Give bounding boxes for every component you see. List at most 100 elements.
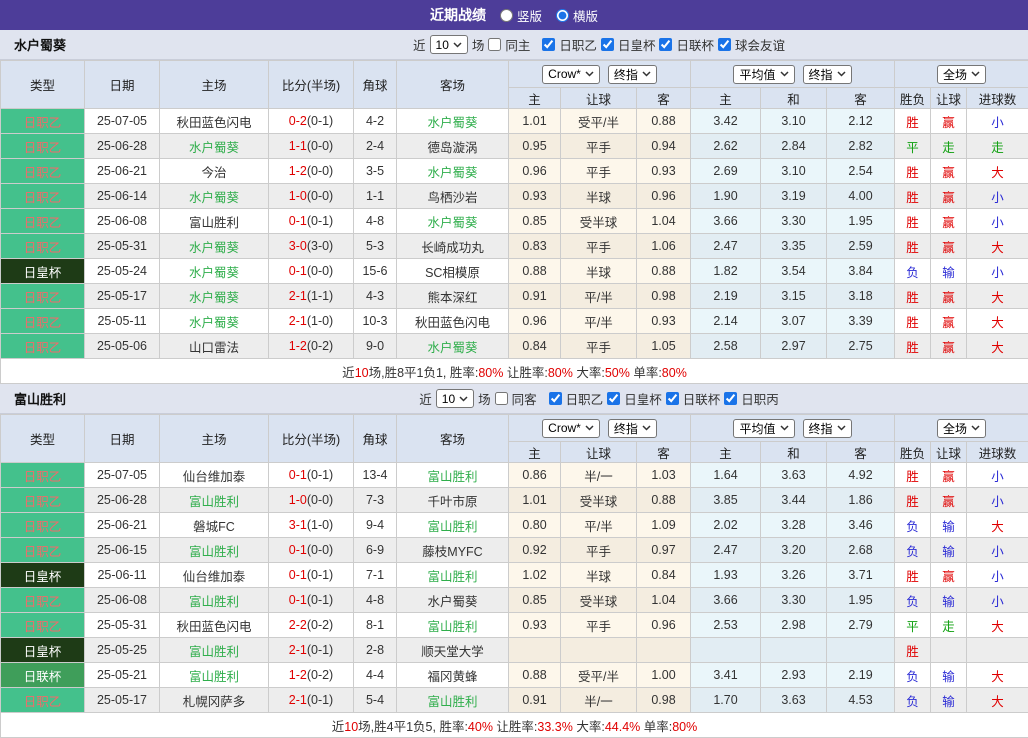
competition-type-cell: 日皇杯 [1,563,85,588]
final-odds-dropdown[interactable]: 终指 [803,419,852,438]
away-team-cell: 水户蜀葵 [397,109,509,134]
summary-text: 近10场,胜8平1负1, 胜率:80% 让胜率:80% 大率:50% 单率:80… [1,359,1028,384]
odds-cell: 1.06 [637,234,691,259]
average-odds-cell: 3.85 [691,488,761,513]
fulltime-dropdown[interactable]: 全场 [937,65,986,84]
result-cell: 负 [895,663,931,688]
result-cell: 胜 [895,184,931,209]
average-dropdown-value: 平均值 [739,66,775,83]
league-filter-checkbox[interactable] [549,392,562,405]
away-team-cell: 熊本深红 [397,284,509,309]
league-filter-checkbox[interactable] [666,392,679,405]
date-cell: 25-05-31 [85,234,160,259]
corner-cell: 15-6 [354,259,397,284]
col-header-away: 客场 [397,415,509,463]
match-count-dropdown[interactable]: 10 [430,35,468,54]
league-filter-label: 日职乙 [559,35,597,54]
average-dropdown[interactable]: 平均值 [733,419,794,438]
away-team-cell: 藤枝MYFC [397,538,509,563]
company-dropdown[interactable]: Crow* [542,65,600,84]
result-cell: 赢 [931,109,967,134]
col-header-avg-draw: 和 [761,88,827,109]
average-odds-cell [827,638,895,663]
final-odds-dropdown-value: 终指 [809,420,833,437]
vertical-radio-input[interactable] [500,9,513,22]
date-cell: 25-06-28 [85,134,160,159]
odds-cell: 0.92 [509,538,561,563]
same-venue-checkbox[interactable] [488,38,501,51]
chevron-down-icon [459,396,468,402]
odds-cell [509,638,561,663]
average-odds-cell: 3.42 [691,109,761,134]
layout-radio-horizontal[interactable]: 横版 [556,6,598,25]
same-venue-checkbox[interactable] [495,392,508,405]
score-cell: 2-1(0-1) [269,688,354,713]
match-row: 日职乙25-06-08富山胜利0-1(0-1)4-8水户蜀葵0.85受半球1.0… [1,209,1028,234]
match-row: 日职乙25-05-06山口雷法1-2(0-2)9-0水户蜀葵0.84平手1.05… [1,334,1028,359]
home-team-cell: 秋田蓝色闪电 [160,613,269,638]
league-filter-checkbox[interactable] [601,38,614,51]
final-odds-dropdown[interactable]: 终指 [608,419,657,438]
odds-cell: 0.85 [509,209,561,234]
score-cell: 1-2(0-2) [269,334,354,359]
result-cell: 胜 [895,309,931,334]
date-cell: 25-06-08 [85,209,160,234]
match-count-dropdown[interactable]: 10 [436,389,474,408]
league-filter-checkbox[interactable] [542,38,555,51]
score-cell: 3-1(1-0) [269,513,354,538]
section-header-bar: 富山胜利 近 10 场 同客 日职乙 日皇杯 日联杯 日职丙 [0,384,1028,414]
result-cell: 输 [931,259,967,284]
result-cell: 大 [967,284,1028,309]
col-header-home: 主场 [160,61,269,109]
horizontal-radio-input[interactable] [556,9,569,22]
corner-cell: 8-1 [354,613,397,638]
date-cell: 25-05-17 [85,688,160,713]
league-filter-checkbox[interactable] [724,392,737,405]
result-cell: 小 [967,463,1028,488]
date-cell: 25-07-05 [85,109,160,134]
company-dropdown[interactable]: Crow* [542,419,600,438]
average-odds-cell: 3.44 [761,488,827,513]
average-odds-cell: 4.92 [827,463,895,488]
result-cell: 胜 [895,234,931,259]
result-cell: 负 [895,588,931,613]
col-header-date: 日期 [85,415,160,463]
col-header-crow-home: 主 [509,442,561,463]
odds-cell: 0.93 [637,159,691,184]
date-cell: 25-05-17 [85,284,160,309]
competition-type-cell: 日职乙 [1,588,85,613]
home-team-cell: 水户蜀葵 [160,259,269,284]
odds-cell: 0.96 [637,613,691,638]
col-header-avg-draw: 和 [761,442,827,463]
chevron-down-icon [837,71,846,77]
result-cell: 走 [931,613,967,638]
league-filter-checkbox[interactable] [607,392,620,405]
average-odds-cell: 3.46 [827,513,895,538]
odds-cell: 0.96 [637,184,691,209]
fulltime-dropdown[interactable]: 全场 [937,419,986,438]
home-team-cell: 水户蜀葵 [160,134,269,159]
result-cell: 胜 [895,638,931,663]
col-header-handicap-result: 让球 [931,88,967,109]
layout-radio-vertical[interactable]: 竖版 [500,6,542,25]
col-header-type: 类型 [1,415,85,463]
average-dropdown[interactable]: 平均值 [733,65,794,84]
league-filter-checkbox[interactable] [659,38,672,51]
result-cell: 大 [967,663,1028,688]
competition-type-cell: 日职乙 [1,488,85,513]
league-filter-checkbox[interactable] [718,38,731,51]
corner-cell: 1-1 [354,184,397,209]
final-odds-dropdown[interactable]: 终指 [608,65,657,84]
odds-cell: 0.95 [509,134,561,159]
odds-cell [637,638,691,663]
col-header-avg-away: 客 [827,442,895,463]
away-team-cell: 富山胜利 [397,563,509,588]
chevron-down-icon [642,425,651,431]
score-cell: 2-1(0-1) [269,638,354,663]
final-odds-dropdown[interactable]: 终指 [803,65,852,84]
average-odds-cell: 3.39 [827,309,895,334]
col-header-avg-away: 客 [827,88,895,109]
col-header-crow-away: 客 [637,442,691,463]
col-header-avg-home: 主 [691,88,761,109]
odds-cell: 受平/半 [561,109,637,134]
